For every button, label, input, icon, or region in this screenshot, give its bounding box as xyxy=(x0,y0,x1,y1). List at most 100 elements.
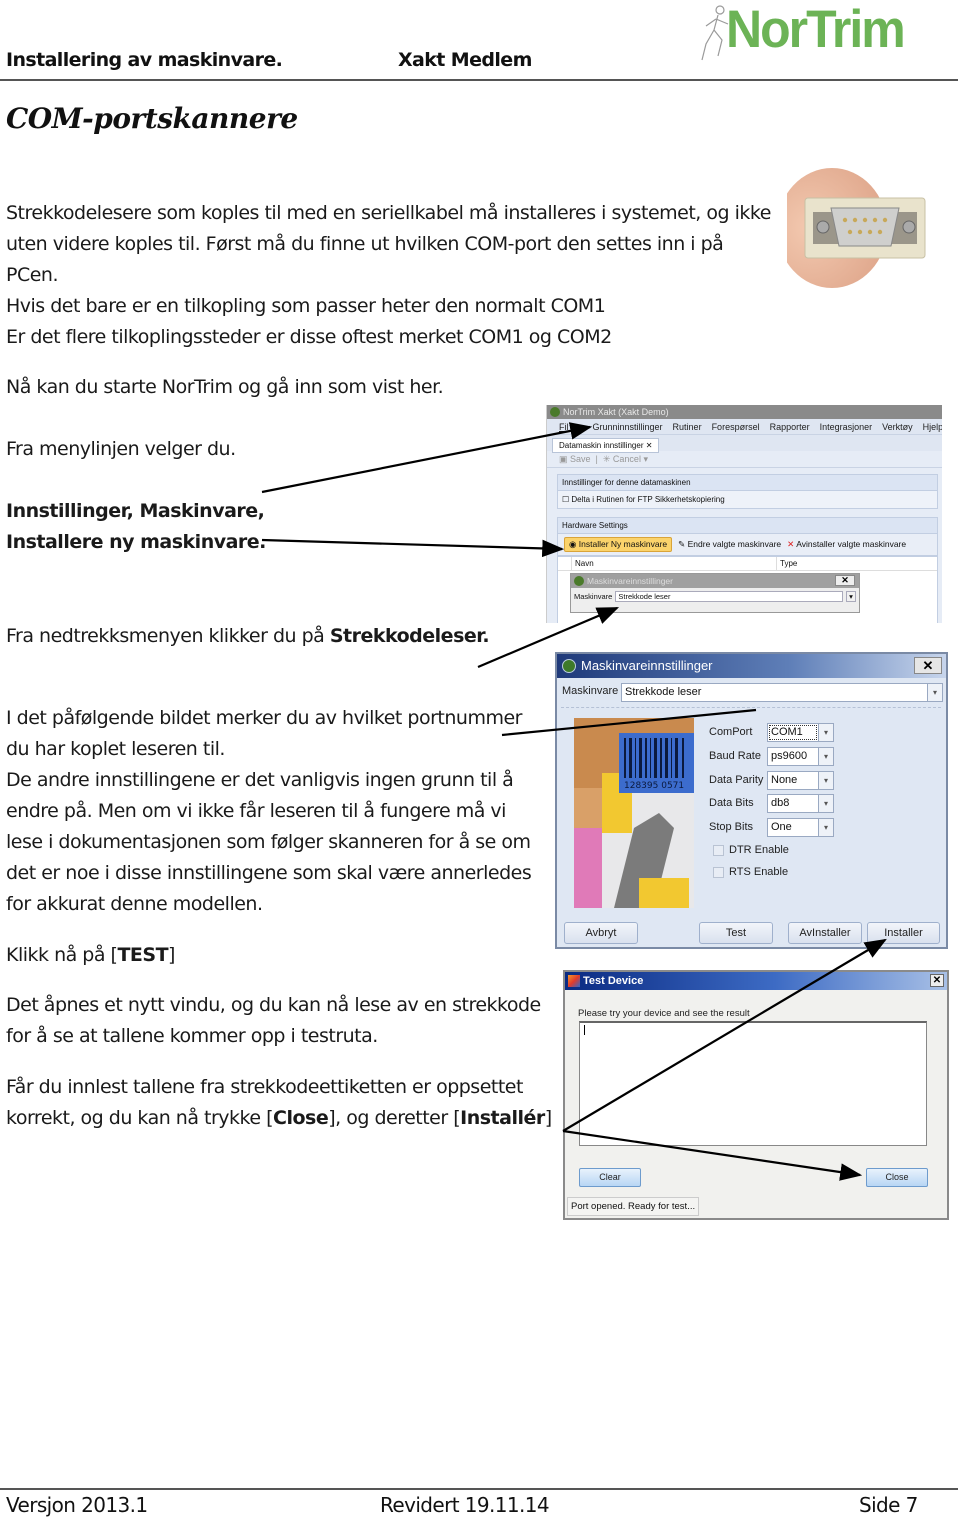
column-header-navn[interactable]: Navn xyxy=(572,557,777,570)
chevron-down-icon[interactable]: ▾ xyxy=(846,591,856,602)
barcode-illustration: 128395 0571 xyxy=(574,718,694,908)
column-header-type[interactable]: Type xyxy=(777,557,797,570)
hardware-settings-dialog: Maskinvareinnstillinger ✕ Maskinvare Str… xyxy=(555,652,948,949)
footer-revised: Revidert 19.11.14 xyxy=(380,1493,550,1517)
hardware-grid: Navn Type Maskinvareinnstillinger ✕ Mask… xyxy=(557,556,938,623)
test-prompt: Please try your device and see the resul… xyxy=(578,1008,750,1019)
chevron-down-icon[interactable]: ▾ xyxy=(927,683,943,702)
new-window-paragraph: Det åpnes et nytt vindu, og du kan nå le… xyxy=(6,990,541,1052)
comport-select[interactable]: COM1 xyxy=(767,723,819,742)
test-button[interactable]: Test xyxy=(699,922,773,944)
uninstall-hardware-button[interactable]: ✕ Avinstaller valgte maskinvare xyxy=(787,539,906,550)
install-button[interactable]: Installer xyxy=(867,922,940,944)
intro-line: Hvis det bare er en tilkopling som passe… xyxy=(6,295,606,317)
menu-item-grunninnstillinger[interactable]: Grunninnstillinger xyxy=(593,419,663,434)
cancel-button[interactable]: ✳ Cancel xyxy=(603,454,641,464)
intro-line: uten videre koples til. Først må du finn… xyxy=(6,233,724,255)
port-line: det er noe i disse innstillingene som sk… xyxy=(6,862,532,884)
strekkodeleser-emphasis: Strekkodeleser. xyxy=(329,625,490,647)
close-button[interactable]: Close xyxy=(866,1168,928,1187)
port-paragraph: I det påfølgende bildet merker du av hvi… xyxy=(6,703,532,920)
intro-paragraph: Strekkodelesere som koples til med en se… xyxy=(6,198,771,353)
menu-item-verktoy[interactable]: Verktøy xyxy=(882,419,913,434)
arrow-to-menu xyxy=(261,422,593,494)
app-window-screenshot: NorTrim Xakt (Xakt Demo) Fil Grunninnsti… xyxy=(546,405,942,623)
port-line: du har koplet leseren til. xyxy=(6,738,225,760)
close-icon[interactable]: ✕ xyxy=(835,575,855,586)
menu-item-fil[interactable]: Fil xyxy=(559,419,569,434)
edit-hardware-button[interactable]: ✎ Endre valgte maskinvare xyxy=(678,539,781,550)
port-line: De andre innstillingene er det vanligvis… xyxy=(6,769,514,791)
tab-close-icon[interactable]: ✕ xyxy=(646,441,653,450)
app-toolbar: ▣ Save | ✳ Cancel ▾ xyxy=(547,451,942,468)
clear-button[interactable]: Clear xyxy=(579,1168,641,1187)
intro-line: Er det flere tilkoplingssteder er disse … xyxy=(6,326,612,348)
serial-connector-photo xyxy=(787,168,926,288)
save-button[interactable]: ▣ Save xyxy=(559,454,591,464)
cancel-button[interactable]: Avbryt xyxy=(564,922,638,944)
barcode-number: 128395 0571 xyxy=(624,781,684,791)
port-line: lese i dokumentasjonen som følger skanne… xyxy=(6,831,531,853)
app-title-bar: NorTrim Xakt (Xakt Demo) xyxy=(547,405,942,419)
menu-path-line: Innstillinger, Maskinvare, xyxy=(6,500,265,522)
menu-item-rutiner[interactable]: Rutiner xyxy=(673,419,702,434)
data-parity-select[interactable]: None xyxy=(767,771,819,790)
start-instruction: Nå kan du starte NorTrim og gå inn som v… xyxy=(6,376,444,398)
section-title: COM-portskannere xyxy=(6,102,298,135)
install-new-hardware-button[interactable]: ◉ Installer Ny maskinvare xyxy=(564,537,673,552)
text-cursor xyxy=(584,1025,585,1035)
nortrim-logo: NorTrim xyxy=(700,0,915,64)
app-icon xyxy=(568,975,580,987)
footer-divider xyxy=(0,1488,958,1490)
menu-instruction: Fra menylinjen velger du. xyxy=(6,438,236,460)
menu-item-hjelp[interactable]: Hjelp xyxy=(923,419,942,434)
intro-line: PCen. xyxy=(6,264,58,286)
test-result-textarea[interactable] xyxy=(579,1021,927,1146)
hardware-toolbar: ◉ Installer Ny maskinvare ✎ Endre valgte… xyxy=(557,534,938,556)
header-doc-title: Installering av maskinvare. xyxy=(6,49,283,71)
chevron-down-icon[interactable]: ▾ xyxy=(818,723,834,742)
close-icon[interactable]: ✕ xyxy=(930,974,944,987)
rts-enable-checkbox[interactable] xyxy=(713,867,724,878)
header-product-name: Xakt Medlem xyxy=(398,49,532,71)
data-bits-select[interactable]: db8 xyxy=(767,794,819,813)
dtr-enable-checkbox[interactable] xyxy=(713,845,724,856)
uninstall-button[interactable]: AvInstaller xyxy=(788,922,862,944)
port-line: for akkurat denne modellen. xyxy=(6,893,263,915)
port-line: I det påfølgende bildet merker du av hvi… xyxy=(6,707,522,729)
baud-rate-select[interactable]: ps9600 xyxy=(767,747,819,766)
stop-bits-select[interactable]: One xyxy=(767,818,819,837)
app-menu-bar: Fil Grunninnstillinger Rutiner Forespørs… xyxy=(547,419,942,435)
chevron-down-icon[interactable]: ▾ xyxy=(818,794,834,813)
header-divider xyxy=(0,79,958,81)
new-window-line: Det åpnes et nytt vindu, og du kan nå le… xyxy=(6,994,541,1016)
intro-line: Strekkodelesere som koples til med en se… xyxy=(6,202,771,224)
toolbar-dropdown-icon[interactable]: ▾ xyxy=(643,454,648,464)
new-window-line: for å se at tallene kommer opp i testrut… xyxy=(6,1025,378,1047)
dropdown-instruction: Fra nedtrekksmenyen klikker du på Strekk… xyxy=(6,625,490,647)
ftp-backup-checkbox[interactable]: ☐ Delta i Rutinen for FTP Sikkerhetskopi… xyxy=(557,491,938,509)
x-icon: ✕ xyxy=(787,539,795,549)
hardware-select[interactable]: Strekkode leser xyxy=(615,591,843,602)
menu-path: Innstillinger, Maskinvare, Installere ny… xyxy=(6,496,266,558)
footer-page-number: Side 7 xyxy=(859,1493,918,1517)
menu-item-rapporter[interactable]: Rapporter xyxy=(770,419,810,434)
hardware-label: Maskinvare xyxy=(562,685,619,697)
hardware-settings-group: Hardware Settings xyxy=(557,517,938,534)
chevron-down-icon[interactable]: ▾ xyxy=(818,818,834,837)
footer-version: Versjon 2013.1 xyxy=(6,1493,148,1517)
app-icon xyxy=(562,659,576,673)
status-bar: Port opened. Ready for test... xyxy=(567,1197,700,1216)
final-paragraph: Får du innlest tallene fra strekkodeetti… xyxy=(6,1076,552,1129)
menu-item-foresporsel[interactable]: Forespørsel xyxy=(712,419,760,434)
menu-item-integrasjoner[interactable]: Integrasjoner xyxy=(820,419,873,434)
hardware-select[interactable]: Strekkode leser xyxy=(621,683,929,702)
app-icon xyxy=(550,407,560,417)
arrow-to-install-new xyxy=(261,538,565,558)
chevron-down-icon[interactable]: ▾ xyxy=(818,771,834,790)
app-icon xyxy=(574,576,584,586)
chevron-down-icon[interactable]: ▾ xyxy=(818,747,834,766)
hardware-settings-popup: Maskinvareinnstillinger ✕ Maskinvare Str… xyxy=(570,573,860,613)
close-button[interactable]: ✕ xyxy=(914,657,942,674)
dialog-title-bar: Maskinvareinnstillinger ✕ xyxy=(557,654,946,678)
